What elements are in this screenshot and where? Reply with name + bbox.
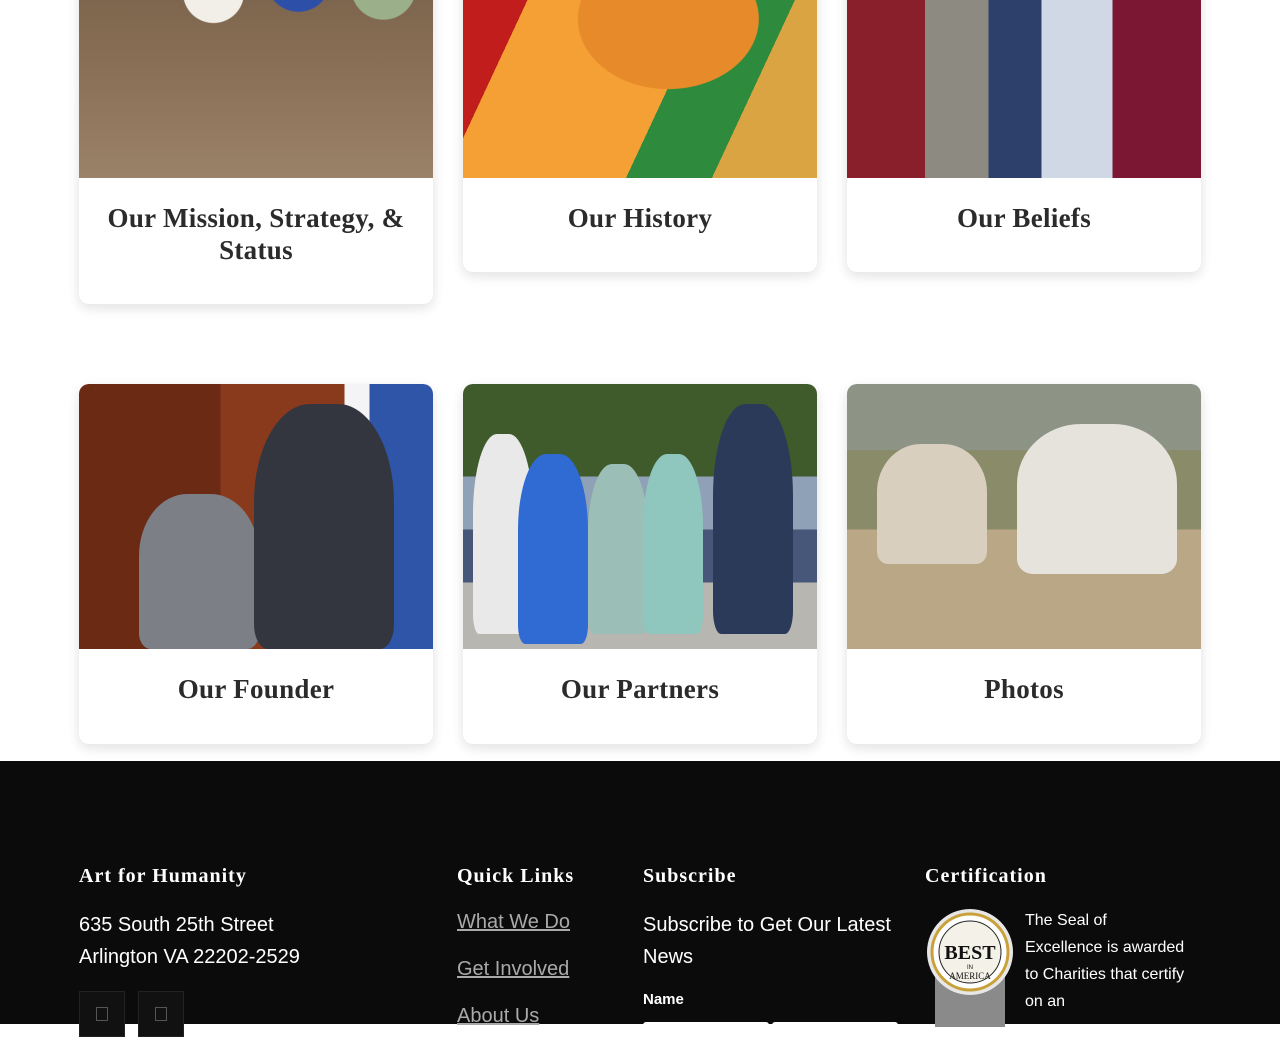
name-label: Name: [643, 991, 684, 1008]
footer-quick-links-heading: Quick Links: [457, 865, 575, 887]
card-beliefs-title[interactable]: Our Beliefs: [847, 178, 1201, 234]
card-photos-image[interactable]: [847, 384, 1201, 649]
certification-text: The Seal of Excellence is awarded to Cha…: [1025, 912, 1185, 1010]
card-founder-title[interactable]: Our Founder: [79, 649, 433, 705]
svg-text:BEST: BEST: [944, 942, 996, 964]
instagram-icon[interactable]: [138, 991, 184, 1037]
quick-link-get-involved[interactable]: Get Involved: [457, 958, 569, 981]
card-founder[interactable]: Our Founder: [79, 384, 433, 744]
svg-text:AMERICA: AMERICA: [949, 971, 991, 981]
footer-address: 635 South 25th Street Arlington VA 22202…: [79, 909, 300, 973]
card-history-title[interactable]: Our History: [463, 178, 817, 234]
card-mission-image[interactable]: [79, 0, 433, 178]
card-founder-image[interactable]: [79, 384, 433, 649]
card-history[interactable]: Our History: [463, 0, 817, 272]
card-mission[interactable]: Our Mission, Strategy, & Status: [79, 0, 433, 304]
facebook-icon[interactable]: [79, 991, 125, 1037]
card-photos[interactable]: Photos: [847, 384, 1201, 744]
quick-link-about-us[interactable]: About Us: [457, 1005, 539, 1028]
card-history-image[interactable]: [463, 0, 817, 178]
card-beliefs-image[interactable]: [847, 0, 1201, 178]
card-partners-image[interactable]: [463, 384, 817, 649]
card-beliefs[interactable]: Our Beliefs: [847, 0, 1201, 272]
best-in-america-seal: BEST IN AMERICA: [927, 909, 1013, 1027]
footer-certification-heading: Certification: [925, 865, 1047, 887]
card-photos-title[interactable]: Photos: [847, 649, 1201, 705]
address-line-1: 635 South 25th Street: [79, 914, 274, 936]
subscribe-text: Subscribe to Get Our Latest News: [643, 914, 891, 968]
footer-org-heading: Art for Humanity: [79, 865, 247, 887]
address-line-2: Arlington VA 22202-2529: [79, 946, 300, 968]
site-footer: Art for Humanity 635 South 25th Street A…: [0, 761, 1280, 1037]
card-partners-title[interactable]: Our Partners: [463, 649, 817, 705]
card-mission-title[interactable]: Our Mission, Strategy, & Status: [79, 178, 433, 266]
footer-subscribe-heading: Subscribe: [643, 865, 737, 887]
card-partners[interactable]: Our Partners: [463, 384, 817, 744]
quick-link-what-we-do[interactable]: What We Do: [457, 911, 570, 934]
